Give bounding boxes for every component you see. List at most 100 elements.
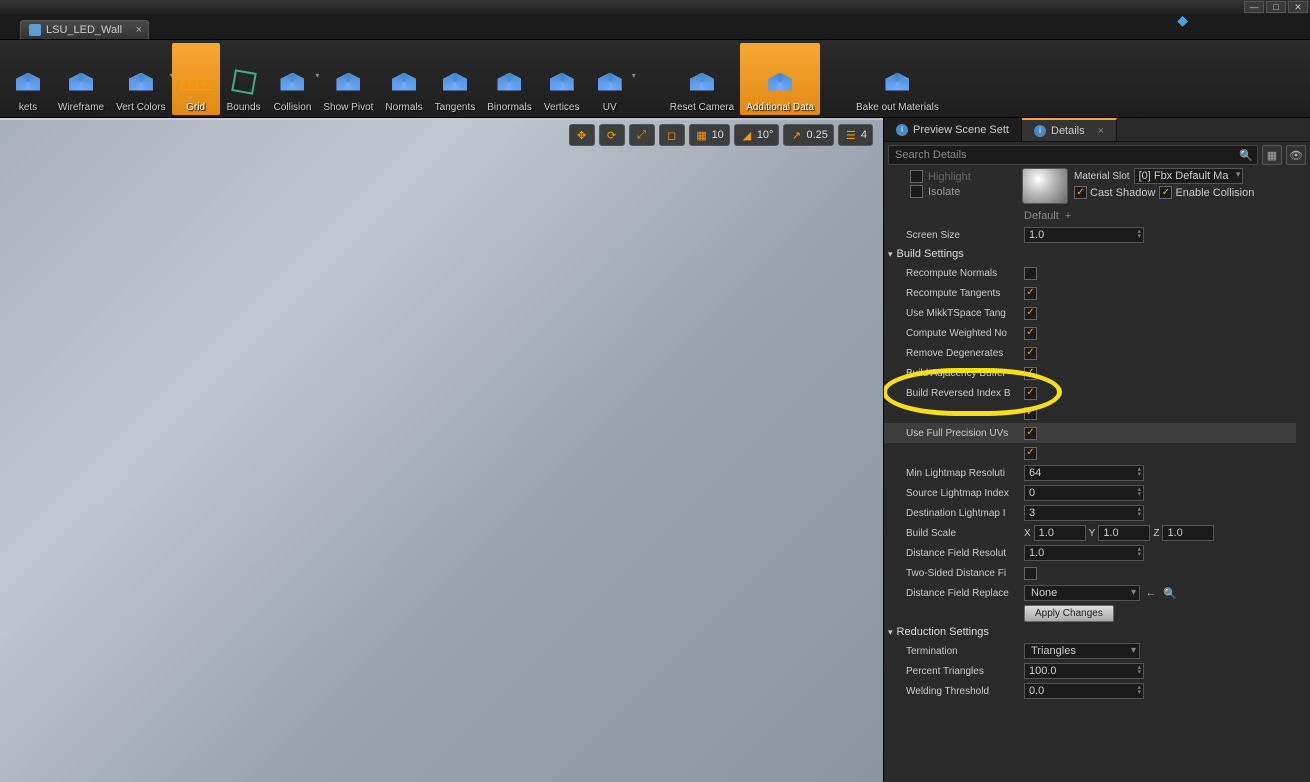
angle-snap-value: 10° (757, 129, 774, 141)
material-thumbnail[interactable] (1022, 168, 1068, 204)
grid-snap-pill[interactable]: ▦10 (689, 124, 730, 146)
checkbox[interactable] (1024, 267, 1037, 280)
toolbar-additional-data[interactable]: Additional Data (740, 43, 820, 115)
rotate-pill[interactable]: ⟳ (599, 124, 625, 146)
cube-icon: ◻ (665, 128, 679, 142)
number-input[interactable]: 64▴▾ (1024, 465, 1144, 481)
property-row (884, 443, 1296, 463)
property-row: Use MikkTSpace Tang (884, 303, 1296, 323)
tab-preview-scene[interactable]: iPreview Scene Sett (884, 118, 1022, 141)
apply-changes-button[interactable]: Apply Changes (1024, 605, 1114, 622)
toolbar-bake-out-materials[interactable]: Bake out Materials (850, 43, 945, 115)
checkbox[interactable] (1024, 367, 1037, 380)
close-tab-icon[interactable]: × (136, 24, 142, 36)
property-row: Recompute Tangents (884, 283, 1296, 303)
toolbar-normals[interactable]: Normals (379, 43, 428, 115)
dropdown[interactable]: Triangles (1024, 643, 1140, 659)
cube-pill[interactable]: ◻ (659, 124, 685, 146)
close-tab-icon[interactable]: × (1098, 125, 1104, 137)
property-label: Compute Weighted No (884, 328, 1024, 339)
scale-snap-pill[interactable]: ↗0.25 (783, 124, 833, 146)
expand-icon: ⤢ (635, 128, 649, 142)
number-input[interactable]: 0▴▾ (1024, 485, 1144, 501)
add-button[interactable]: + (1065, 210, 1071, 222)
highlight-checkbox-row[interactable]: Highlight (910, 170, 1016, 183)
toolbar-binormals[interactable]: Binormals (481, 43, 537, 115)
browse-icon[interactable]: 🔍 (1162, 585, 1178, 601)
collapse-icon: ▾ (888, 249, 893, 260)
screen-size-input[interactable]: 1.0▴▾ (1024, 227, 1144, 243)
bake-out-materials-icon (879, 64, 915, 100)
property-row: Two-Sided Distance Fi (884, 563, 1296, 583)
enable-collision-checkbox[interactable]: Enable Collision (1159, 186, 1254, 199)
default-label: Default (1024, 210, 1059, 222)
speed-icon: ☰ (844, 128, 858, 142)
tab-details-label: Details (1051, 125, 1085, 137)
property-row: Recompute Normals (884, 263, 1296, 283)
search-row: Search Details 🔍 ▦ 👁 (884, 142, 1310, 168)
number-input[interactable]: 1.0▴▾ (1024, 545, 1144, 561)
checkbox[interactable] (910, 170, 923, 183)
isolate-checkbox-row[interactable]: Isolate (910, 185, 1016, 198)
checkbox[interactable] (1024, 347, 1037, 360)
grid-icon (178, 64, 214, 100)
dropdown[interactable]: None (1024, 585, 1140, 601)
rotate-icon: ⟳ (605, 128, 619, 142)
checkbox[interactable] (1024, 387, 1037, 400)
toolbar-bounds[interactable]: Bounds (220, 43, 268, 115)
cast-shadow-checkbox[interactable]: Cast Shadow (1074, 186, 1155, 199)
build-settings-header[interactable]: ▾Build Settings (884, 245, 1296, 263)
checkbox[interactable] (910, 185, 923, 198)
number-input[interactable]: 100.0▴▾ (1024, 663, 1144, 679)
move-gizmo-pill[interactable]: ✥ (569, 124, 595, 146)
eye-button[interactable]: 👁 (1286, 145, 1306, 165)
property-label: Two-Sided Distance Fi (884, 568, 1024, 579)
camera-speed-value: 4 (861, 129, 867, 141)
toolbar-kets[interactable]: kets (4, 43, 52, 115)
vec-y-input[interactable]: 1.0 (1098, 525, 1150, 541)
property-row: Use Full Precision UVs (884, 423, 1296, 443)
document-tab[interactable]: LSU_LED_Wall × (20, 20, 149, 39)
toolbar-wireframe[interactable]: Wireframe (52, 43, 110, 115)
checkbox[interactable] (1024, 307, 1037, 320)
material-slot-dropdown[interactable]: [0] Fbx Default Ma (1134, 168, 1244, 184)
toolbar-vert-colors[interactable]: Vert Colors▾ (110, 43, 171, 115)
highlight-label: Highlight (928, 171, 971, 183)
checkbox[interactable] (1024, 447, 1037, 460)
tab-details[interactable]: iDetails× (1022, 118, 1117, 141)
close-window-button[interactable]: ✕ (1288, 1, 1308, 13)
reduction-settings-header[interactable]: ▾Reduction Settings (884, 623, 1296, 641)
toolbar-reset-camera[interactable]: Reset Camera (664, 43, 740, 115)
toolbar-uv[interactable]: UV▾ (586, 43, 634, 115)
number-input[interactable]: 0.0▴▾ (1024, 683, 1144, 699)
expand-pill[interactable]: ⤢ (629, 124, 655, 146)
search-input[interactable]: Search Details 🔍 (888, 145, 1258, 165)
viewport[interactable]: ✥ ⟳ ⤢ ◻ ▦10 ◢10° ↗0.25 ☰4 (0, 118, 884, 782)
property-row: Remove Degenerates (884, 343, 1296, 363)
vec-z-input[interactable]: 1.0 (1162, 525, 1214, 541)
toolbar-grid[interactable]: Grid (172, 43, 220, 115)
property-row: Distance Field ReplaceNone←🔍 (884, 583, 1296, 603)
checkbox[interactable] (1024, 407, 1037, 420)
show-pivot-icon (330, 64, 366, 100)
viewport-overlay: ✥ ⟳ ⤢ ◻ ▦10 ◢10° ↗0.25 ☰4 (569, 124, 873, 146)
document-tab-label: LSU_LED_Wall (46, 24, 122, 36)
info-icon: i (896, 124, 908, 136)
maximize-button[interactable]: □ (1266, 1, 1286, 13)
reset-icon[interactable]: ← (1143, 585, 1159, 601)
toolbar-vertices[interactable]: Vertices (538, 43, 586, 115)
camera-speed-pill[interactable]: ☰4 (838, 124, 873, 146)
grid-view-button[interactable]: ▦ (1262, 145, 1282, 165)
checkbox[interactable] (1024, 567, 1037, 580)
toolbar-show-pivot[interactable]: Show Pivot (317, 43, 379, 115)
minimize-button[interactable]: — (1244, 1, 1264, 13)
checkbox[interactable] (1024, 287, 1037, 300)
toolbar-tangents[interactable]: Tangents (429, 43, 482, 115)
checkbox[interactable] (1024, 427, 1037, 440)
toolbar-collision[interactable]: Collision▾ (268, 43, 318, 115)
vec-x-input[interactable]: 1.0 (1034, 525, 1086, 541)
angle-snap-pill[interactable]: ◢10° (734, 124, 780, 146)
checkbox[interactable] (1024, 327, 1037, 340)
number-input[interactable]: 3▴▾ (1024, 505, 1144, 521)
property-label: Welding Threshold (884, 686, 1024, 697)
